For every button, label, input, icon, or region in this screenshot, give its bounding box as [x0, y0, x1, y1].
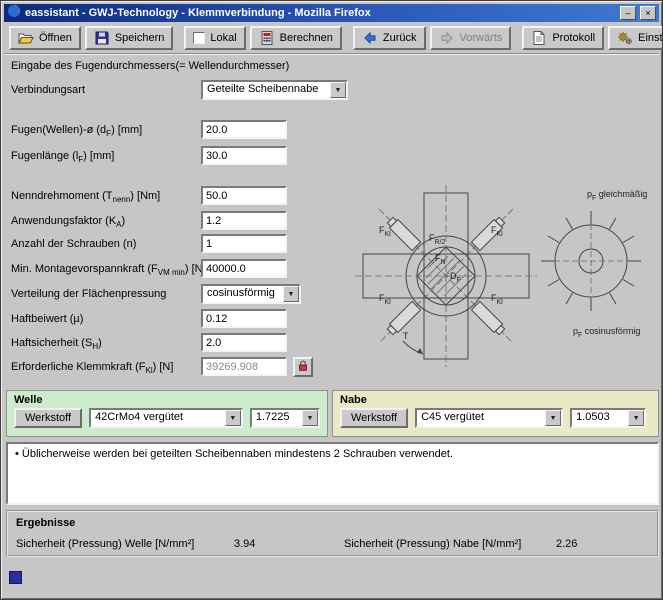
tnenn-input[interactable]	[201, 186, 287, 205]
n-input[interactable]	[201, 234, 287, 253]
mu-row: Haftbeiwert (µ)	[1, 309, 361, 330]
fr2-annotation: FR/2	[429, 233, 445, 246]
clamp-diagram-drawing	[351, 181, 661, 386]
firefox-icon	[7, 4, 21, 23]
back-arrow-icon	[362, 30, 378, 46]
welle-safety-value: 3.94	[234, 538, 255, 550]
sh-input[interactable]	[201, 333, 287, 352]
minimize-button[interactable]: –	[620, 6, 636, 20]
n-row: Anzahl der Schrauben (n)	[1, 234, 361, 255]
fvm-input[interactable]	[201, 259, 287, 278]
tnenn-row: Nenndrehmoment (Tnenn) [Nm]	[1, 186, 361, 207]
ka-row: Anwendungsfaktor (KA)	[1, 211, 361, 232]
df-annotation: DF	[450, 271, 461, 284]
fkl-annotation: FKl	[491, 225, 503, 238]
nabe-material-select[interactable]: C45 vergütet ▼	[415, 408, 563, 428]
mu-input[interactable]	[201, 309, 287, 328]
fkl-label: Erforderliche Klemmkraft (FKl) [N]	[11, 361, 173, 375]
pf-uniform-label: pF gleichmäßig	[587, 189, 647, 202]
app-window: eassistant - GWJ-Technology - Klemmverbi…	[0, 0, 663, 600]
nabe-panel-title: Nabe	[333, 391, 658, 407]
verteilung-label: Verteilung der Flächenpressung	[11, 288, 166, 300]
fkl-annotation: FKl	[379, 293, 391, 306]
results-panel: Ergebnisse Sicherheit (Pressung) Welle […	[6, 510, 659, 557]
floppy-disk-icon	[94, 30, 110, 46]
results-title: Ergebnisse	[16, 517, 75, 529]
chevron-down-icon[interactable]: ▼	[330, 82, 346, 98]
back-button[interactable]: Zurück	[353, 26, 426, 50]
local-checkbox[interactable]	[193, 32, 205, 44]
open-button[interactable]: Öffnen	[9, 26, 81, 50]
window-title: eassistant - GWJ-Technology - Klemmverbi…	[25, 7, 616, 19]
calculator-icon	[259, 30, 275, 46]
ka-input[interactable]	[201, 211, 287, 230]
welle-material-select[interactable]: 42CrMo4 vergütet ▼	[89, 408, 243, 428]
fn-annotation: FN	[435, 253, 446, 266]
document-icon	[531, 30, 547, 46]
welle-werkstoff-button[interactable]: Werkstoff	[14, 408, 82, 428]
settings-button[interactable]: Einstellungen	[608, 26, 663, 50]
titlebar: eassistant - GWJ-Technology - Klemmverbi…	[4, 4, 659, 22]
lock-toggle-button[interactable]	[293, 357, 313, 377]
verbindungsart-select[interactable]: Geteilte Scheibennabe ▼	[201, 80, 348, 100]
gears-icon	[617, 30, 633, 46]
message-text: • Üblicherweise werden bei geteilten Sch…	[15, 448, 453, 460]
torque-annotation: T	[403, 331, 409, 341]
df-input[interactable]	[201, 120, 287, 139]
fkl-row: Erforderliche Klemmkraft (FKl) [N]	[1, 357, 361, 378]
chevron-down-icon[interactable]: ▼	[225, 410, 241, 426]
clamp-connection-diagram: FKl FKl FKl FKl FR/2 FN DF T pF gleichmä…	[351, 181, 661, 386]
protocol-button[interactable]: Protokoll	[522, 26, 604, 50]
sh-row: Haftsicherheit (SH)	[1, 333, 361, 354]
df-label: Fugen(Wellen)-ø (dF) [mm]	[11, 124, 142, 138]
n-label: Anzahl der Schrauben (n)	[11, 238, 136, 250]
lf-label: Fugenlänge (lF) [mm]	[11, 150, 114, 164]
fvm-label: Min. Montagevorspannkraft (FVM min) [N]	[11, 263, 206, 277]
verbindungsart-row: Verbindungsart Geteilte Scheibennabe ▼	[1, 80, 361, 101]
mu-label: Haftbeiwert (µ)	[11, 313, 83, 325]
local-toggle-button[interactable]: Lokal	[184, 26, 245, 50]
fvm-row: Min. Montagevorspannkraft (FVM min) [N]	[1, 259, 361, 280]
nabe-number-select[interactable]: 1.0503 ▼	[570, 408, 646, 428]
fkl-annotation: FKl	[491, 293, 503, 306]
tnenn-label: Nenndrehmoment (Tnenn) [Nm]	[11, 190, 160, 204]
lock-icon	[296, 359, 310, 376]
sh-label: Haftsicherheit (SH)	[11, 337, 102, 351]
calculate-button[interactable]: Berechnen	[250, 26, 342, 50]
fkl-annotation: FKl	[379, 225, 391, 238]
df-row: Fugen(Wellen)-ø (dF) [mm]	[1, 120, 361, 141]
chevron-down-icon[interactable]: ▼	[628, 410, 644, 426]
verteilung-select[interactable]: cosinusförmig ▼	[201, 284, 301, 304]
welle-number-select[interactable]: 1.7225 ▼	[250, 408, 320, 428]
toolbar: Öffnen Speichern Lokal Berechnen Zurück …	[4, 23, 659, 54]
lf-row: Fugenlänge (lF) [mm]	[1, 146, 361, 167]
message-box: • Üblicherweise werden bei geteilten Sch…	[6, 442, 659, 505]
status-indicator	[9, 571, 22, 584]
ka-label: Anwendungsfaktor (KA)	[11, 215, 125, 229]
nabe-panel: Nabe Werkstoff C45 vergütet ▼ 1.0503 ▼	[332, 390, 659, 437]
chevron-down-icon[interactable]: ▼	[545, 410, 561, 426]
close-button[interactable]: ×	[640, 6, 656, 20]
lf-input[interactable]	[201, 146, 287, 165]
forward-button[interactable]: Vorwärts	[430, 26, 512, 50]
welle-panel: Welle Werkstoff 42CrMo4 vergütet ▼ 1.722…	[6, 390, 328, 437]
pf-cosine-label: pF cosinusförmig	[573, 326, 640, 339]
verteilung-row: Verteilung der Flächenpressung cosinusfö…	[1, 284, 361, 305]
open-folder-icon	[18, 30, 34, 46]
chevron-down-icon[interactable]: ▼	[283, 286, 299, 302]
hint-text: Eingabe des Fugendurchmessers(= Wellendu…	[11, 60, 289, 72]
chevron-down-icon[interactable]: ▼	[302, 410, 318, 426]
forward-arrow-icon	[439, 30, 455, 46]
fkl-output	[201, 357, 287, 376]
nabe-safety-label: Sicherheit (Pressung) Nabe [N/mm²]	[344, 538, 521, 550]
nabe-safety-value: 2.26	[556, 538, 577, 550]
welle-panel-title: Welle	[7, 391, 327, 407]
welle-safety-label: Sicherheit (Pressung) Welle [N/mm²]	[16, 538, 194, 550]
nabe-werkstoff-button[interactable]: Werkstoff	[340, 408, 408, 428]
verbindungsart-label: Verbindungsart	[11, 84, 85, 96]
save-button[interactable]: Speichern	[85, 26, 174, 50]
